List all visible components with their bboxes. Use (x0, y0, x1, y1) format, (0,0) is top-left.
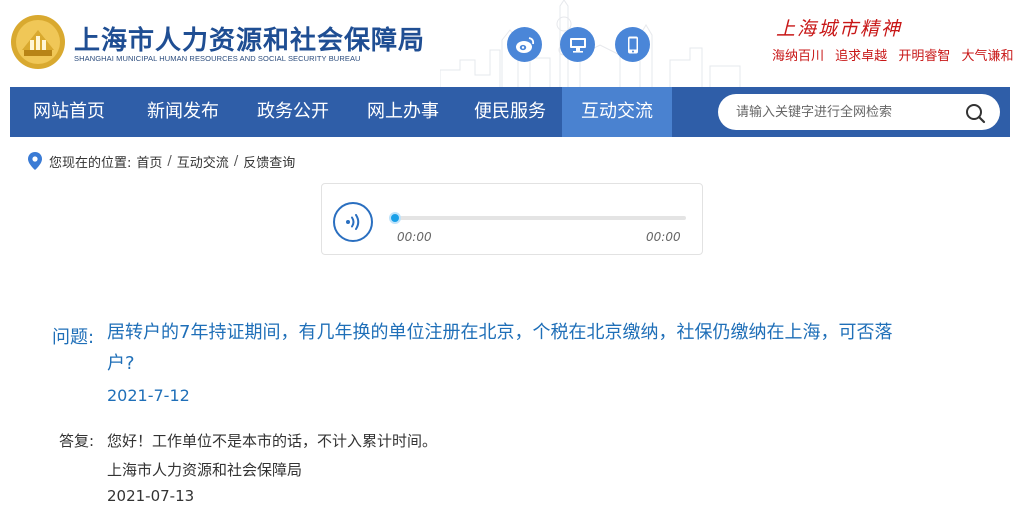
play-audio-button[interactable] (333, 202, 373, 242)
search-input[interactable] (736, 102, 956, 122)
audio-player: 00:00 00:00 (321, 183, 703, 255)
city-spirit-item: 大气谦和 (961, 49, 1014, 64)
city-spirit-item: 追求卓越 (835, 49, 888, 64)
weibo-icon[interactable] (507, 27, 542, 62)
site-header: 上海市人力资源和社会保障局 SHANGHAI MUNICIPAL HUMAN R… (0, 0, 1028, 87)
breadcrumb-prefix: 您现在的位置: (49, 155, 132, 171)
city-spirit-item: 开明睿智 (898, 49, 951, 64)
breadcrumb-home[interactable]: 首页 (136, 152, 162, 171)
nav-item-interaction[interactable]: 互动交流 (562, 87, 672, 137)
breadcrumb-interaction[interactable]: 互动交流 (177, 152, 229, 171)
city-spirit-items: 海纳百川 追求卓越 开明睿智 大气谦和 (772, 45, 1020, 64)
answer-organization: 上海市人力资源和社会保障局 (107, 461, 303, 479)
desktop-icon[interactable] (560, 27, 595, 62)
nav-item-home[interactable]: 网站首页 (10, 87, 128, 137)
audio-progress-handle[interactable] (389, 212, 401, 224)
breadcrumb-separator: / (167, 153, 172, 169)
question-text: 居转户的7年持证期间，有几年换的单位注册在北京，个税在北京缴纳，社保仍缴纳在上海… (107, 322, 893, 374)
nav-item-news[interactable]: 新闻发布 (128, 87, 238, 137)
breadcrumb: 您现在的位置: 首页 / 互动交流 / 反馈查询 (28, 151, 295, 171)
question-date: 2021-7-12 (107, 386, 190, 405)
audio-progress-track[interactable] (389, 212, 686, 224)
nav-item-online-services[interactable]: 网上办事 (348, 87, 458, 137)
breadcrumb-separator: / (233, 153, 239, 169)
site-title[interactable]: 上海市人力资源和社会保障局 (74, 20, 425, 57)
nav-item-citizen-services[interactable]: 便民服务 (458, 87, 562, 137)
main-nav: 网站首页 新闻发布 政务公开 网上办事 便民服务 互动交流 (10, 87, 1010, 137)
answer-text: 您好！工作单位不是本市的话，不计入累计时间。 (107, 432, 438, 450)
audio-current-time: 00:00 (397, 230, 432, 244)
search-box (718, 94, 1000, 130)
location-pin-icon (28, 152, 42, 170)
search-icon[interactable] (964, 102, 986, 124)
skyline-illustration (440, 0, 741, 87)
audio-duration: 00:00 (646, 230, 681, 244)
sound-wave-icon (346, 214, 360, 230)
bureau-emblem-icon[interactable] (10, 14, 66, 70)
nav-item-gov-affairs[interactable]: 政务公开 (238, 87, 348, 137)
city-spirit-item: 海纳百川 (772, 49, 825, 64)
answer-date: 2021-07-13 (107, 487, 195, 505)
city-spirit-title: 上海城市精神 (776, 18, 903, 40)
breadcrumb-feedback[interactable]: 反馈查询 (243, 152, 295, 171)
site-subtitle: SHANGHAI MUNICIPAL HUMAN RESOURCES AND S… (74, 54, 361, 63)
answer-label: 答复: (59, 432, 95, 450)
mobile-icon[interactable] (615, 27, 650, 62)
question-label: 问题: (52, 327, 95, 348)
